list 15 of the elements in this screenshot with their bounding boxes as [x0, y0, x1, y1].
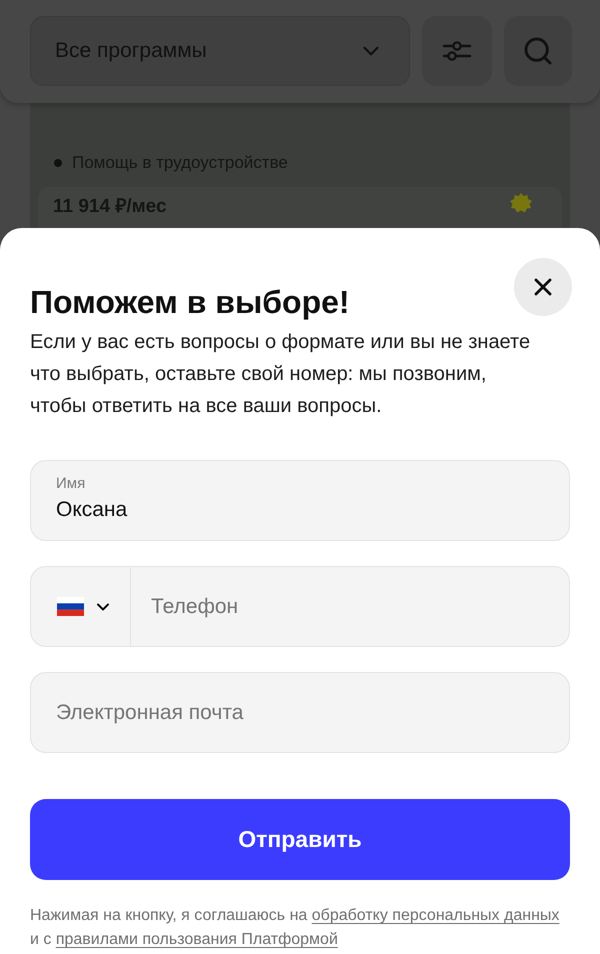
modal-title: Поможем в выборе! [30, 283, 350, 322]
email-field[interactable]: Электронная почта [30, 672, 570, 753]
field-label: Имя [56, 475, 86, 493]
bullet-icon [54, 159, 62, 167]
consent-link[interactable]: обработку персональных данных [312, 907, 560, 924]
sliders-icon [442, 40, 472, 62]
submit-button[interactable]: Отправить [30, 799, 570, 880]
consent-text: Нажимая на кнопку, я соглашаюсь на обработку персональных данных и с правилами пользования Платформой [30, 906, 560, 950]
consent-link[interactable]: правилами пользования Платформой [56, 931, 338, 948]
modal-description: Если у вас есть вопросы о формате или вы не знаете что выбрать, оставьте свой номер: мы позвоним, чтобы ответить на все ваши вопросы. [30, 330, 532, 419]
country-select[interactable] [30, 566, 131, 647]
search-icon [522, 35, 554, 67]
russia-flag-icon [57, 597, 84, 616]
phone-field[interactable]: Телефон [131, 566, 570, 647]
seal-icon [510, 193, 532, 213]
